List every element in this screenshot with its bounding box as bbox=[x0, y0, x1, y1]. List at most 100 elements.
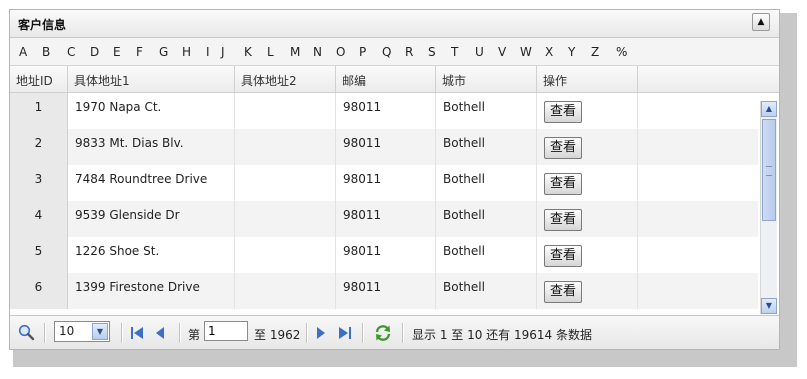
collapse-button[interactable]: ▲ bbox=[752, 13, 770, 31]
table-row[interactable]: 6 1399 Firestone Drive 98011 Bothell 查看 bbox=[10, 273, 758, 309]
page-size-value: 10 bbox=[59, 324, 75, 338]
last-page-icon[interactable] bbox=[338, 326, 351, 343]
letter-filter-b[interactable]: B bbox=[42, 45, 50, 59]
table-row[interactable]: 2 9833 Mt. Dias Blv. 98011 Bothell 查看 bbox=[10, 129, 758, 165]
letter-filter-c[interactable]: C bbox=[67, 45, 75, 59]
letter-filter-s[interactable]: S bbox=[428, 45, 436, 59]
letter-filter-j[interactable]: J bbox=[221, 45, 225, 59]
cell-address1: 1970 Napa Ct. bbox=[68, 93, 235, 129]
table-row[interactable]: 4 9539 Glenside Dr 98011 Bothell 查看 bbox=[10, 201, 758, 237]
customer-info-panel: 客户信息 ▲ A B C D E F G H I J K L M N O P Q R S T U V W X Y Z% 地址ID … bbox=[9, 9, 780, 350]
pagination-bar: 10 ▼ 第 至 1962 显示 1 至 10 还有 19614 条数据 bbox=[10, 315, 779, 349]
record-status-text: 显示 1 至 10 还有 19614 条数据 bbox=[412, 328, 592, 342]
cell-action: 查看 bbox=[537, 273, 638, 309]
next-page-icon[interactable] bbox=[316, 326, 326, 343]
letter-filter-z[interactable]: Z bbox=[591, 45, 599, 59]
letter-filter-d[interactable]: D bbox=[90, 45, 99, 59]
column-header-zip[interactable]: 邮编 bbox=[336, 66, 436, 92]
letter-filter-n[interactable]: N bbox=[313, 45, 322, 59]
cell-address1: 1399 Firestone Drive bbox=[68, 273, 235, 309]
pager-separator bbox=[306, 323, 308, 343]
letter-filter-v[interactable]: V bbox=[498, 45, 506, 59]
letter-filter-r[interactable]: R bbox=[405, 45, 413, 59]
cell-action: 查看 bbox=[537, 129, 638, 165]
panel-titlebar: 客户信息 ▲ bbox=[10, 10, 779, 38]
scroll-up-icon[interactable]: ▲ bbox=[761, 101, 777, 117]
letter-filter-a[interactable]: A bbox=[19, 45, 27, 59]
cell-address1: 9833 Mt. Dias Blv. bbox=[68, 129, 235, 165]
view-button[interactable]: 查看 bbox=[544, 245, 582, 267]
letter-filter-l[interactable]: L bbox=[267, 45, 274, 59]
cell-action: 查看 bbox=[537, 165, 638, 201]
view-button[interactable]: 查看 bbox=[544, 173, 582, 195]
cell-address2 bbox=[235, 93, 336, 129]
cell-city: Bothell bbox=[436, 273, 537, 309]
cell-address1: 1226 Shoe St. bbox=[68, 237, 235, 273]
cell-address2 bbox=[235, 201, 336, 237]
pager-separator bbox=[44, 323, 46, 343]
cell-address2 bbox=[235, 165, 336, 201]
column-header-address1[interactable]: 具体地址1 bbox=[68, 66, 235, 92]
letter-filter-w[interactable]: W bbox=[520, 45, 532, 59]
pager-separator bbox=[402, 323, 404, 343]
cell-zip: 98011 bbox=[336, 273, 436, 309]
panel-title: 客户信息 bbox=[18, 18, 67, 32]
cell-zip: 98011 bbox=[336, 165, 436, 201]
letter-filter-t[interactable]: T bbox=[451, 45, 458, 59]
column-header-city[interactable]: 城市 bbox=[436, 66, 537, 92]
cell-address1: 9539 Glenside Dr bbox=[68, 201, 235, 237]
scroll-thumb[interactable] bbox=[762, 119, 776, 221]
cell-city: Bothell bbox=[436, 129, 537, 165]
first-page-icon[interactable] bbox=[131, 326, 144, 343]
search-icon[interactable] bbox=[18, 324, 35, 344]
column-header-address2[interactable]: 具体地址2 bbox=[235, 66, 336, 92]
page-size-select[interactable]: 10 ▼ bbox=[54, 321, 110, 342]
pager-separator bbox=[362, 323, 364, 343]
column-header-address-id[interactable]: 地址ID bbox=[10, 66, 68, 92]
cell-action: 查看 bbox=[537, 201, 638, 237]
letter-filter-o[interactable]: O bbox=[336, 45, 345, 59]
cell-address-id: 6 bbox=[10, 273, 68, 309]
letter-filter-y[interactable]: Y bbox=[568, 45, 575, 59]
view-button[interactable]: 查看 bbox=[544, 137, 582, 159]
cell-city: Bothell bbox=[436, 201, 537, 237]
letter-filter-i[interactable]: I bbox=[206, 45, 210, 59]
letter-filter-h[interactable]: H bbox=[182, 45, 191, 59]
letter-filter-e[interactable]: E bbox=[113, 45, 121, 59]
letter-filter-q[interactable]: Q bbox=[382, 45, 391, 59]
vertical-scrollbar[interactable]: ▲ ▼ bbox=[760, 101, 777, 314]
cell-zip: 98011 bbox=[336, 201, 436, 237]
cell-city: Bothell bbox=[436, 237, 537, 273]
letter-filter-p[interactable]: P bbox=[359, 45, 366, 59]
letter-filter-k[interactable]: K bbox=[244, 45, 252, 59]
letter-filter-g[interactable]: G bbox=[159, 45, 168, 59]
current-page-input[interactable] bbox=[204, 321, 248, 341]
table-row[interactable]: 1 1970 Napa Ct. 98011 Bothell 查看 bbox=[10, 93, 758, 129]
view-button[interactable]: 查看 bbox=[544, 101, 582, 123]
cell-city: Bothell bbox=[436, 93, 537, 129]
scroll-down-icon[interactable]: ▼ bbox=[761, 298, 777, 314]
cell-address-id: 2 bbox=[10, 129, 68, 165]
view-button[interactable]: 查看 bbox=[544, 209, 582, 231]
scroll-grip-icon bbox=[766, 166, 772, 176]
table-row[interactable]: 3 7484 Roundtree Drive 98011 Bothell 查看 bbox=[10, 165, 758, 201]
cell-address-id: 3 bbox=[10, 165, 68, 201]
total-pages-label: 至 1962 bbox=[254, 328, 301, 342]
letter-filter-u[interactable]: U bbox=[475, 45, 484, 59]
prev-page-icon[interactable] bbox=[155, 326, 165, 343]
cell-address1: 7484 Roundtree Drive bbox=[68, 165, 235, 201]
column-header-action[interactable]: 操作 bbox=[537, 66, 638, 92]
letter-filter-x[interactable]: X bbox=[545, 45, 553, 59]
cell-zip: 98011 bbox=[336, 93, 436, 129]
table-row[interactable]: 5 1226 Shoe St. 98011 Bothell 查看 bbox=[10, 237, 758, 273]
letter-filter-m[interactable]: M bbox=[290, 45, 300, 59]
cell-address-id: 4 bbox=[10, 201, 68, 237]
cell-address2 bbox=[235, 237, 336, 273]
cell-address-id: 1 bbox=[10, 93, 68, 129]
refresh-icon[interactable] bbox=[374, 324, 392, 345]
letter-filter-f[interactable]: F bbox=[136, 45, 143, 59]
cell-address-id: 5 bbox=[10, 237, 68, 273]
letter-filter-all[interactable]: % bbox=[616, 45, 627, 59]
cell-zip: 98011 bbox=[336, 129, 436, 165]
view-button[interactable]: 查看 bbox=[544, 281, 582, 303]
